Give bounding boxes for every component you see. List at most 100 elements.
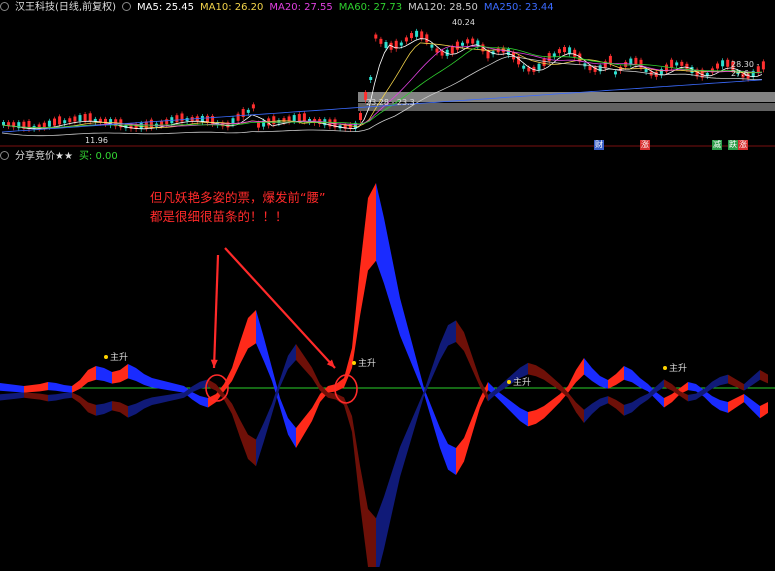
ribbon-mirror	[656, 379, 664, 393]
price-header: 汉王科技(日线,前复权) MA5: 25.45 MA10: 26.20 MA20: 2…	[0, 0, 566, 16]
ribbon-upper	[312, 394, 320, 421]
annotation-line-2: 都是很细很苗条的！！！	[150, 209, 288, 224]
candle	[282, 118, 286, 123]
ribbon-mirror	[280, 355, 288, 387]
event-tag-1[interactable]: 涨	[640, 140, 650, 150]
ribbon-upper	[576, 358, 584, 383]
ribbon-mirror	[440, 325, 448, 360]
candle	[42, 122, 46, 128]
stock-title: 汉王科技(日线,前复权)	[15, 2, 116, 13]
candle	[83, 114, 87, 122]
candle	[292, 115, 296, 122]
candle	[257, 122, 260, 128]
ribbon-upper	[232, 342, 240, 381]
event-tag-4[interactable]: 涨	[738, 140, 748, 150]
candle	[399, 42, 403, 46]
ribbon-mirror	[616, 399, 624, 416]
ribbon-mirror	[136, 399, 144, 414]
event-tag-2[interactable]: 减	[712, 140, 722, 150]
ma-label-5: MA250: 23.44	[483, 2, 554, 13]
candle	[726, 59, 730, 67]
ribbon-mirror	[680, 391, 688, 402]
ribbon-mirror	[48, 394, 56, 402]
ribbon-mirror	[208, 379, 216, 391]
ribbon-upper	[760, 402, 768, 419]
ma-label-3: MA60: 27.73	[338, 2, 403, 13]
candle	[430, 44, 434, 48]
candle	[455, 41, 459, 50]
ribbon-mirror	[96, 403, 104, 416]
ribbon-mirror	[392, 447, 400, 513]
candle	[542, 58, 546, 66]
ribbon-mirror	[640, 393, 648, 405]
ribbon-upper	[112, 370, 120, 384]
event-tag-3[interactable]: 跌	[728, 140, 738, 150]
panel-circle-icon[interactable]	[0, 151, 9, 160]
candle	[466, 39, 470, 44]
ribbon-upper	[280, 398, 288, 435]
ribbon-mirror	[448, 320, 456, 346]
ribbon-upper	[304, 408, 312, 435]
ma-line-0	[1, 38, 763, 130]
ribbon-upper	[248, 310, 256, 349]
ribbon-upper	[584, 358, 592, 381]
ribbon-mirror	[456, 320, 464, 351]
ribbon-upper	[392, 258, 400, 336]
ribbon-mirror	[72, 392, 80, 404]
ribbon-mirror	[112, 401, 120, 413]
ribbon-mirror	[368, 509, 376, 571]
ribbon-mirror	[416, 391, 424, 423]
candle	[461, 42, 464, 46]
ribbon-mirror	[376, 496, 384, 571]
candle	[522, 65, 526, 69]
ribbon-upper	[128, 364, 136, 381]
annotation-line-1: 但凡妖艳多姿的票，爆发前“腰”	[150, 190, 326, 205]
event-tag-0[interactable]: 财	[594, 140, 604, 150]
ribbon-upper	[528, 410, 536, 427]
ribbon-mirror	[192, 381, 200, 393]
ribbon-upper	[536, 406, 544, 424]
candle	[384, 42, 388, 49]
candle	[670, 59, 674, 68]
ribbon-mirror	[384, 471, 392, 549]
candle	[435, 48, 439, 53]
ribbon-mirror	[688, 393, 696, 402]
candle	[624, 61, 628, 67]
ribbon-mirror	[408, 409, 416, 450]
annotation-text: 但凡妖艳多姿的票，爆发前“腰” 都是很细很苗条的！！！	[150, 188, 325, 226]
signal-label-1: 主升	[352, 356, 376, 369]
ribbon-mirror	[104, 401, 112, 414]
panel-circle-icon[interactable]	[121, 2, 131, 11]
ribbon-upper	[176, 384, 184, 393]
ribbon-upper	[48, 382, 56, 391]
candle	[53, 118, 56, 126]
ribbon-mirror	[152, 396, 160, 405]
candle	[251, 104, 255, 109]
ribbon-upper	[624, 366, 632, 383]
candle	[78, 115, 82, 122]
candle	[415, 30, 419, 37]
candle	[425, 34, 429, 43]
price-label-3: 23.28 - 23.3	[366, 98, 415, 107]
ribbon-upper	[72, 380, 80, 393]
ribbon-mirror	[24, 392, 32, 399]
ribbon-upper	[144, 374, 152, 388]
ribbon-upper	[416, 358, 424, 394]
panel-circle-icon[interactable]	[0, 2, 9, 11]
ribbon-mirror	[760, 369, 768, 384]
ribbon-upper	[728, 398, 736, 413]
ribbon-mirror	[312, 367, 320, 391]
ribbon-upper	[664, 394, 672, 408]
candle	[180, 113, 184, 122]
ribbon-mirror	[712, 377, 720, 389]
ribbon-mirror	[584, 403, 592, 423]
candle	[537, 63, 541, 70]
ma-line-1	[1, 42, 762, 129]
ribbon-mirror	[256, 422, 264, 467]
candle	[471, 38, 475, 44]
ribbon-upper	[408, 328, 416, 375]
ribbon-mirror	[288, 344, 296, 369]
candle	[47, 120, 51, 127]
ma-label-2: MA20: 27.55	[269, 2, 333, 13]
ribbon-upper	[168, 382, 176, 392]
